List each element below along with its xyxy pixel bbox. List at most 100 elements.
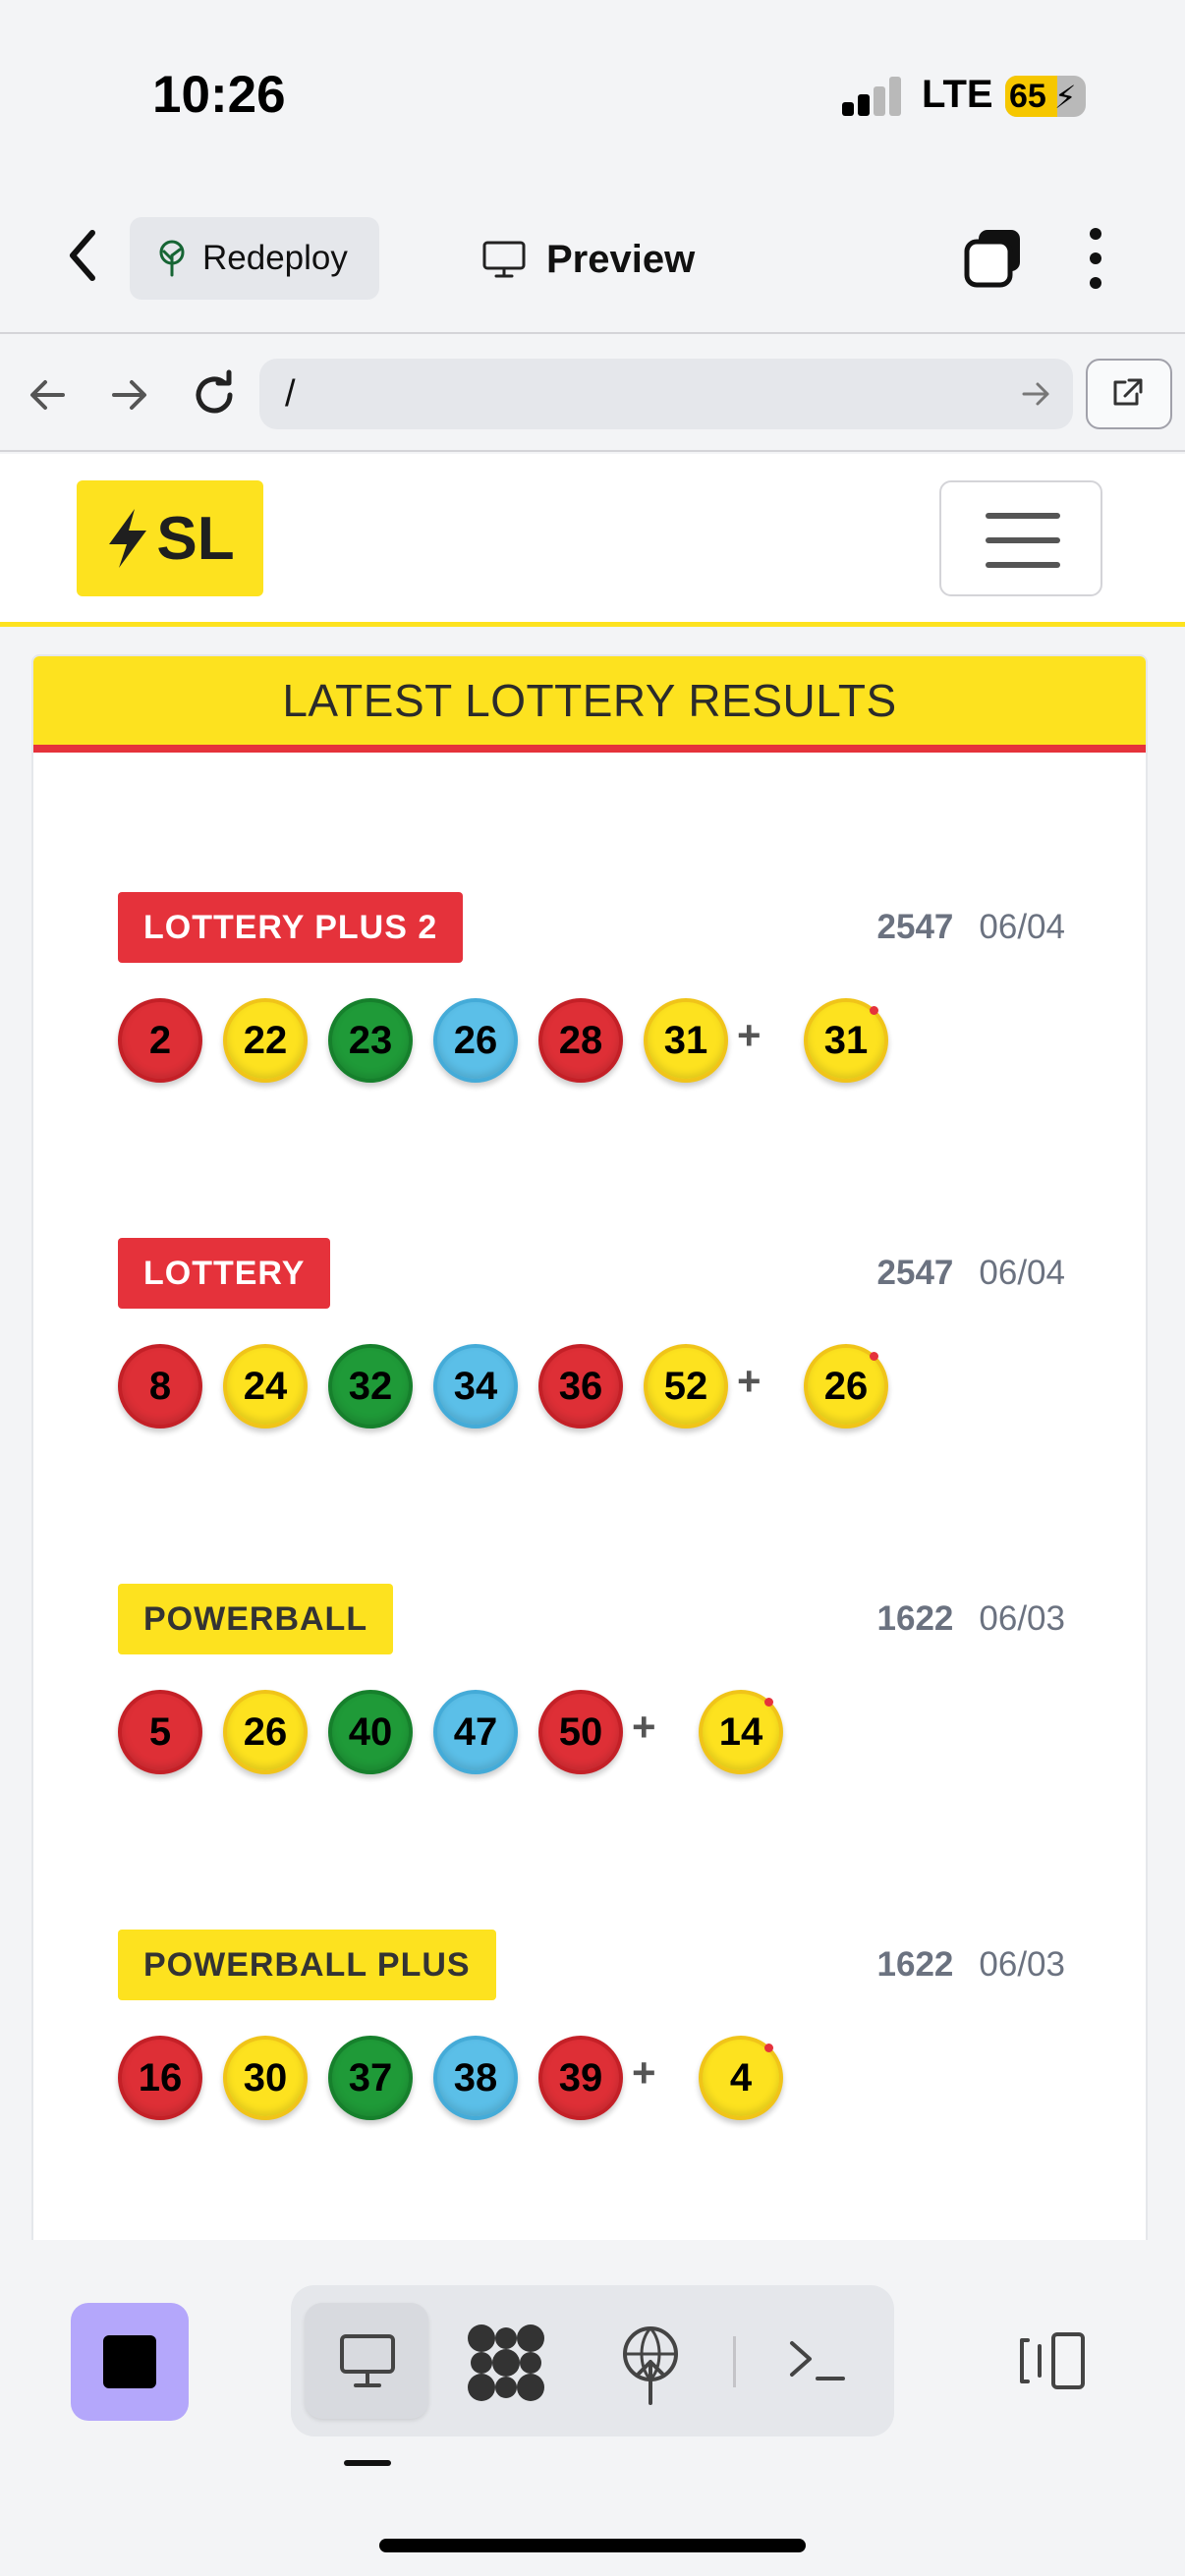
preview-tab[interactable]: Preview <box>481 228 695 291</box>
hamburger-line <box>986 537 1060 543</box>
lottery-ball: 8 <box>118 1344 202 1428</box>
workflow-mode-button[interactable] <box>462 2319 550 2407</box>
lottery-ball: 24 <box>223 1344 308 1428</box>
lottery-ball: 38 <box>433 2036 518 2120</box>
hamburger-line <box>986 513 1060 519</box>
status-time: 10:26 <box>152 66 286 124</box>
url-bar[interactable]: / <box>259 359 1073 429</box>
plus-sign: + <box>632 2049 656 2096</box>
deploy-mode-button[interactable] <box>609 2319 692 2407</box>
stop-icon <box>103 2335 156 2388</box>
game-meta: 2547 06/04 <box>877 1254 1065 1293</box>
monitor-icon <box>482 241 526 278</box>
lottery-ball: 39 <box>538 2036 623 2120</box>
plus-sign: + <box>737 1358 762 1404</box>
back-button[interactable] <box>59 221 108 290</box>
lottery-ball: 52 <box>644 1344 728 1428</box>
home-indicator <box>379 2539 806 2552</box>
desktop-mode-button[interactable] <box>305 2303 428 2419</box>
lottery-ball: 37 <box>328 2036 413 2120</box>
lottery-ball: 22 <box>223 998 308 1083</box>
draw-number: 2547 <box>876 908 954 946</box>
lightning-bolt-icon <box>109 509 147 568</box>
tabs-icon <box>964 230 1020 288</box>
plus-sign: + <box>737 1012 762 1058</box>
bonus-ball: 26 <box>804 1344 888 1428</box>
lottery-ball: 5 <box>118 1690 202 1774</box>
divider <box>733 2336 736 2387</box>
panel-toggle-icon <box>1020 2332 1085 2389</box>
more-vertical-icon <box>1090 228 1101 289</box>
site-logo[interactable]: SL <box>77 480 263 596</box>
chevron-left-icon <box>70 230 95 281</box>
preview-label: Preview <box>546 237 696 281</box>
battery-level: 65 <box>1009 78 1046 115</box>
draw-number: 2547 <box>876 1254 954 1292</box>
stop-button[interactable] <box>71 2303 189 2421</box>
game-result[interactable]: POWERBALL PLUS 1622 06/03 16 30 37 38 39 +4 <box>118 1930 1065 2126</box>
active-tab-indicator <box>344 2460 391 2466</box>
panel-toggle-button[interactable] <box>1018 2330 1089 2391</box>
draw-date: 06/03 <box>979 1599 1065 1638</box>
arrow-right-icon <box>112 380 146 410</box>
game-name-badge: LOTTERY PLUS 2 <box>118 892 464 963</box>
game-meta: 1622 06/03 <box>877 1945 1065 1985</box>
lottery-ball: 23 <box>328 998 413 1083</box>
battery-icon: 65 ⚡ <box>1005 76 1086 117</box>
lottery-ball: 28 <box>538 998 623 1083</box>
game-name-badge: POWERBALL <box>118 1584 394 1654</box>
bonus-ball: 31 <box>804 998 888 1083</box>
arrow-right-icon[interactable] <box>1018 376 1053 412</box>
url-text: / <box>285 372 296 415</box>
network-type: LTE <box>922 73 993 116</box>
web-page: SL LATEST LOTTERY RESULTS LOTTERY PLUS 2… <box>0 454 1185 2240</box>
redeploy-label: Redeploy <box>202 239 348 277</box>
lottery-ball: 32 <box>328 1344 413 1428</box>
browser-back-button[interactable] <box>24 370 73 420</box>
draw-number: 1622 <box>876 1945 954 1984</box>
desktop-icon <box>340 2334 395 2387</box>
cellular-signal-icon <box>842 77 903 116</box>
results-card: LATEST LOTTERY RESULTS LOTTERY PLUS 2 254… <box>31 654 1148 2240</box>
lottery-ball: 47 <box>433 1690 518 1774</box>
open-external-button[interactable] <box>1086 359 1172 429</box>
logo-text: SL <box>156 504 235 573</box>
game-meta: 1622 06/03 <box>877 1599 1065 1639</box>
lottery-ball: 30 <box>223 2036 308 2120</box>
lottery-ball: 36 <box>538 1344 623 1428</box>
results-header: LATEST LOTTERY RESULTS <box>33 656 1146 753</box>
lottery-ball: 34 <box>433 1344 518 1428</box>
game-result[interactable]: POWERBALL 1622 06/03 5 26 40 47 50 +14 <box>118 1584 1065 1780</box>
lottery-ball: 50 <box>538 1690 623 1774</box>
bonus-ball: 14 <box>699 1690 783 1774</box>
game-result[interactable]: LOTTERY PLUS 2 2547 06/04 2 22 23 26 28 31 +31 <box>118 892 1065 1089</box>
lottery-ball: 2 <box>118 998 202 1083</box>
plus-sign: + <box>632 1704 656 1750</box>
charging-bolt-icon: ⚡ <box>1054 80 1077 115</box>
site-header: SL <box>0 454 1185 627</box>
lottery-ball: 26 <box>433 998 518 1083</box>
hamburger-menu-button[interactable] <box>939 480 1102 596</box>
results-title: LATEST LOTTERY RESULTS <box>282 675 897 726</box>
redeploy-button[interactable]: Redeploy <box>130 217 379 300</box>
browser-forward-button[interactable] <box>104 370 153 420</box>
draw-date: 06/04 <box>979 1254 1065 1292</box>
tree-icon <box>159 240 185 277</box>
draw-date: 06/04 <box>979 908 1065 946</box>
lottery-ball: 16 <box>118 2036 202 2120</box>
tabs-button[interactable] <box>961 226 1026 291</box>
lottery-ball: 26 <box>223 1690 308 1774</box>
reload-button[interactable] <box>187 367 242 422</box>
reload-icon <box>196 369 233 414</box>
game-name-badge: POWERBALL PLUS <box>118 1930 496 2000</box>
draw-number: 1622 <box>876 1599 954 1638</box>
game-name-badge: LOTTERY <box>118 1238 331 1309</box>
arrow-left-icon <box>30 380 65 410</box>
lottery-ball: 31 <box>644 998 728 1083</box>
shell-mode-button[interactable] <box>786 2333 849 2388</box>
more-options-button[interactable] <box>1081 226 1110 291</box>
deploy-icon <box>623 2326 678 2405</box>
external-link-icon <box>1113 378 1143 406</box>
hamburger-line <box>986 562 1060 568</box>
game-result[interactable]: LOTTERY 2547 06/04 8 24 32 34 36 52 +26 <box>118 1238 1065 1434</box>
